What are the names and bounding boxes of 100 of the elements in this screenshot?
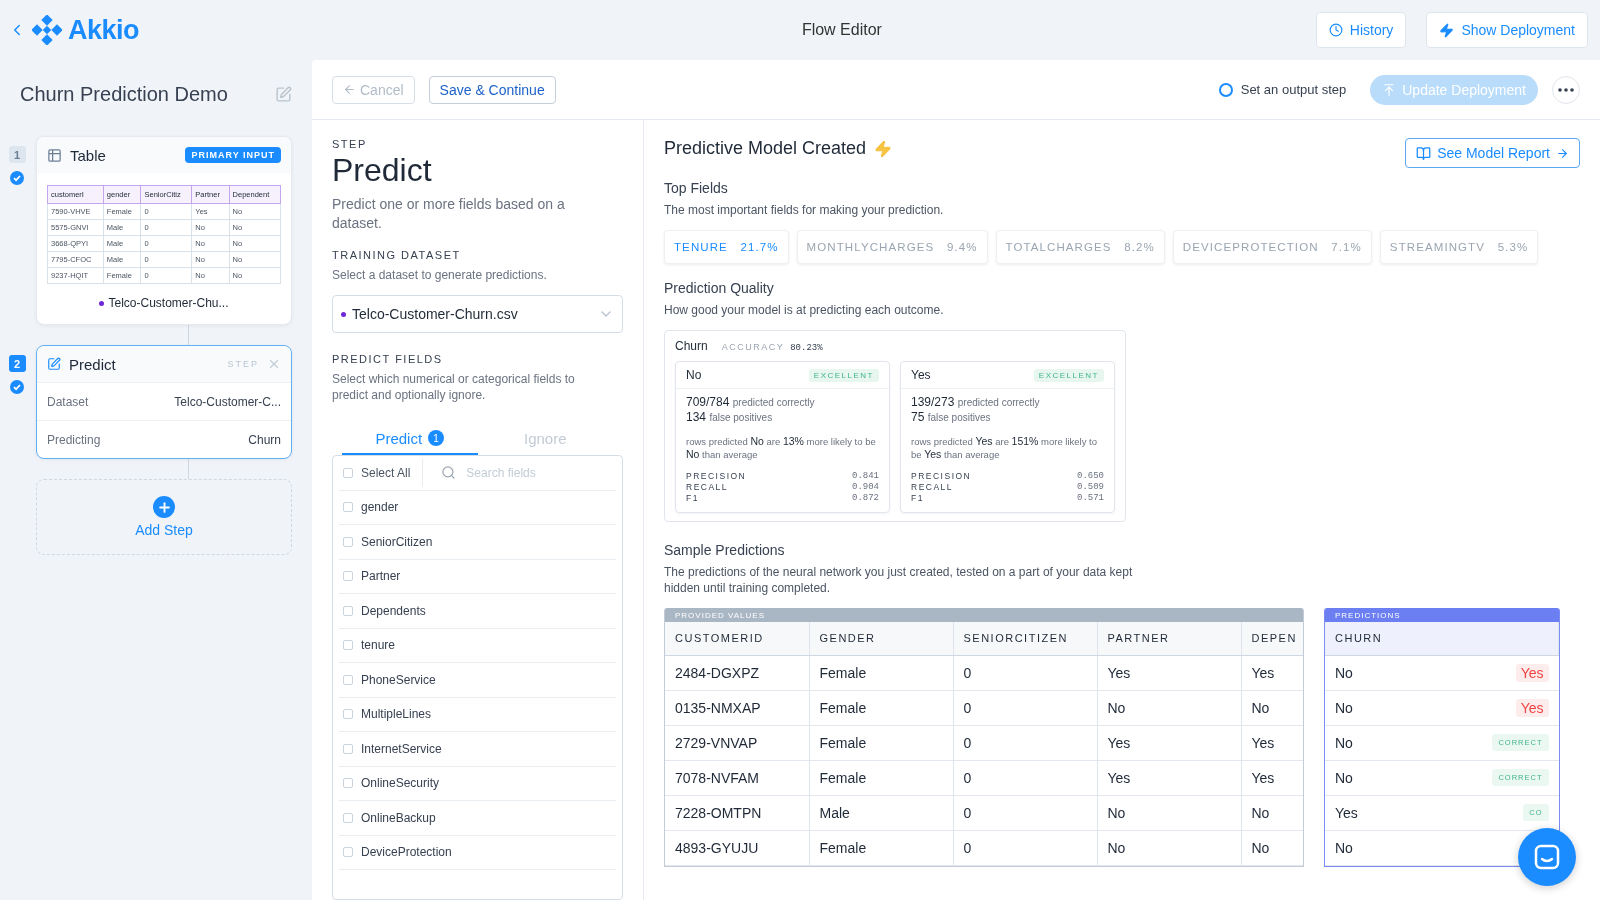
predicted-value: No (1335, 734, 1353, 751)
predicted-value: No (1335, 664, 1353, 681)
logo-text: Akkio (68, 14, 140, 46)
checkbox[interactable] (343, 571, 353, 582)
close-icon[interactable] (267, 357, 281, 371)
table-cell: Yes (1097, 655, 1241, 690)
rating-badge: EXCELLENT (808, 368, 879, 382)
property-value: Churn (248, 432, 281, 447)
step-card[interactable]: Predict STEP Dataset Telco-Customer-C... Predicting Churn (36, 345, 292, 459)
plus-icon (156, 499, 172, 515)
table-cell: Yes (1241, 760, 1303, 795)
checkbox[interactable] (343, 502, 353, 513)
lightning-icon (1439, 22, 1455, 38)
table-cell: No (1241, 830, 1303, 865)
arrow-right-icon (1556, 146, 1569, 160)
table-band: PROVIDED VALUES (665, 608, 1303, 622)
column-header: PARTNER (1097, 622, 1241, 655)
checkbox[interactable] (343, 778, 353, 789)
table-cell: 0135-NMXAP (665, 690, 809, 725)
field-chip[interactable]: DEVICEPROTECTION 7.1% (1172, 230, 1372, 264)
field-name: Dependents (361, 603, 426, 618)
step-card[interactable] (36, 136, 292, 325)
predicted-value: No (1335, 699, 1353, 716)
section-heading: TRAINING DATASET (332, 249, 462, 261)
lift-text: rows predicted No are 13% more likely to be No than average (686, 435, 877, 461)
predicted-value: Yes (1335, 804, 1358, 821)
project-name: Churn Prediction Demo (20, 82, 228, 106)
step-tag: STEP (227, 359, 259, 369)
table-cell: 7078-NVFAM (665, 760, 809, 795)
table-cell: 4893-GYUJU (665, 830, 809, 865)
metric-name: F1 (686, 493, 699, 504)
step-eyebrow: STEP (332, 138, 368, 150)
step-title: Table (70, 146, 107, 164)
column-header: DEPEN (1241, 622, 1303, 655)
field-chip[interactable]: TOTALCHARGES 8.2% (995, 230, 1165, 264)
predicted-value: No (1335, 769, 1353, 786)
more-button[interactable] (1552, 75, 1580, 104)
field-name: Partner (361, 569, 401, 584)
add-step-button[interactable]: Add Step (36, 479, 292, 555)
false-positive-stat: 134 false positives (686, 410, 774, 425)
section-hint: Select which numerical or categorical fields to predict and optionally ignore. (332, 371, 576, 403)
table-cell: Female (809, 830, 953, 865)
column-header: SENIORCITIZEN (953, 622, 1097, 655)
field-chip[interactable]: STREAMINGTV 5.3% (1379, 230, 1539, 264)
property-value: Telco-Customer-C... (174, 394, 281, 409)
section-heading: PREDICT FIELDS (332, 353, 444, 365)
outcome-label: Yes (911, 368, 931, 382)
checkbox[interactable] (343, 640, 353, 651)
field-chip[interactable]: TENURE 21.7% (664, 230, 789, 264)
checkbox[interactable] (343, 467, 353, 478)
field-name: InternetService (361, 741, 442, 756)
metric-value: 0.650 (1077, 471, 1104, 482)
checkbox[interactable] (343, 536, 353, 547)
history-button[interactable]: History (1315, 12, 1407, 48)
table-cell: 0 (953, 760, 1097, 795)
predicted-value: No (1335, 839, 1353, 856)
section-description: The predictions of the neural network you just created, tested on a part of your data kept hidden until training completed. (664, 564, 1134, 596)
outcome-label: No (686, 368, 702, 382)
table-cell: 2484-DGXPZ (665, 655, 809, 690)
save-button[interactable]: Save & Continue (428, 75, 556, 104)
table-cell: 0 (953, 655, 1097, 690)
table-cell: 0 (953, 690, 1097, 725)
checkbox[interactable] (343, 812, 353, 823)
metric-name: PRECISION (686, 471, 747, 482)
table-cell: No (1241, 795, 1303, 830)
model-report-button[interactable]: See Model Report (1405, 138, 1580, 168)
field-name: SeniorCitizen (361, 534, 433, 549)
table-icon (47, 147, 62, 163)
more-icon (1558, 87, 1574, 92)
accuracy-value: 80.23% (790, 343, 823, 353)
checkbox[interactable] (343, 674, 353, 685)
metric-value: 0.509 (1077, 482, 1104, 493)
radio-button[interactable] (1218, 82, 1233, 97)
step-number: 2 (8, 355, 26, 372)
column-header: CUSTOMERID (665, 622, 809, 655)
upload-icon (1382, 82, 1397, 97)
field-name: PhoneService (361, 672, 436, 687)
section-description: The most important fields for making your prediction. (664, 202, 945, 218)
field-tab[interactable]: Predict 1 (342, 423, 478, 455)
checkbox[interactable] (343, 847, 353, 858)
property-label: Dataset (47, 394, 89, 409)
false-positive-stat: 75 false positives (911, 410, 992, 425)
field-chip[interactable]: MONTHLYCHARGES 9.4% (796, 230, 988, 264)
step-description: Predict one or more fields based on a dataset. (332, 195, 566, 233)
actual-value: Yes (1515, 663, 1549, 682)
field-name: OnlineSecurity (361, 776, 440, 791)
table-cell: 7228-OMTPN (665, 795, 809, 830)
table-cell: Female (809, 690, 953, 725)
deployment-button[interactable]: Show Deployment (1426, 12, 1588, 48)
section-title: Top Fields (664, 180, 729, 196)
metric-name: PRECISION (911, 471, 972, 482)
checkbox[interactable] (343, 743, 353, 754)
metric-value: 0.872 (852, 493, 879, 504)
table-cell: 2729-VNVAP (665, 725, 809, 760)
edit-icon[interactable] (275, 85, 292, 103)
table-cell: 0 (953, 830, 1097, 865)
lightning-icon (874, 139, 893, 158)
checkbox[interactable] (343, 709, 353, 720)
checkbox[interactable] (343, 605, 353, 616)
dataset-select[interactable]: Telco-Customer-Churn.csv (332, 295, 623, 333)
